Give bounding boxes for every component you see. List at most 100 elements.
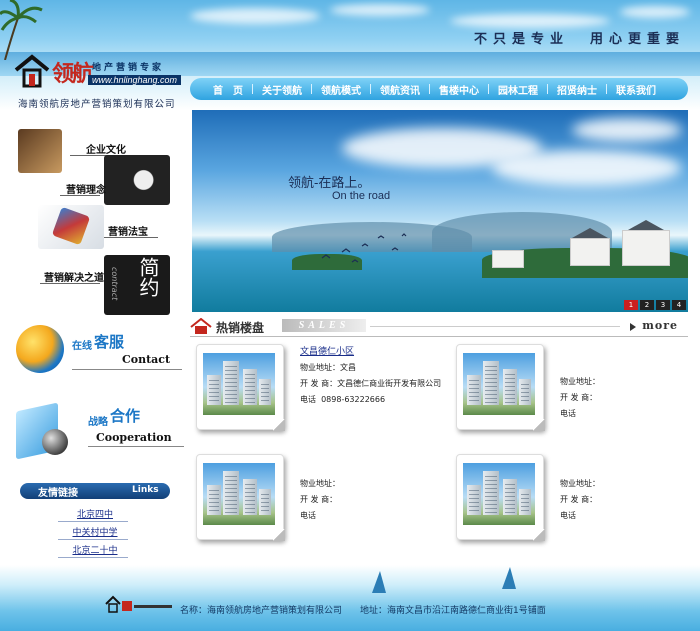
- building-shape: [503, 369, 517, 405]
- nav-mode[interactable]: 领航模式: [312, 82, 370, 97]
- nav-about[interactable]: 关于领航: [253, 82, 311, 97]
- address-label: 物业地址：: [560, 479, 600, 488]
- building-shape: [483, 471, 499, 515]
- cooperation-small: 战略: [88, 417, 108, 428]
- cube-icon: [51, 206, 91, 246]
- house-icon: [190, 318, 212, 334]
- marketing-solution-link[interactable]: 营销解决之道: [44, 269, 104, 284]
- banner-page-2[interactable]: 2: [640, 300, 654, 310]
- contract-image: 简约 contract: [104, 255, 170, 315]
- listing-info: 物业地址： 开 发 商： 电话: [560, 476, 700, 524]
- marketing-concept-link[interactable]: 营销理念: [66, 181, 106, 196]
- contract-cn-text: 简约: [136, 257, 160, 297]
- culture-link[interactable]: 企业文化: [86, 141, 126, 156]
- main-nav: 首 页 关于领航 领航模式 领航资讯 售楼中心 园林工程 招贤纳士 联系我们: [190, 78, 688, 100]
- cloud-decoration: [450, 14, 610, 28]
- page-curl-decoration: [273, 419, 285, 431]
- listing-phone-row: 电话: [560, 406, 700, 422]
- phone-label: 电话: [560, 409, 576, 418]
- listing-card: 物业地址： 开 发 商： 电话: [196, 454, 446, 554]
- cooperation-title: 合作: [110, 407, 141, 425]
- contract-en-text: contract: [110, 267, 119, 301]
- listing-name[interactable]: 文昌德仁小区: [300, 344, 450, 360]
- developer-label: 开 发 商：: [560, 393, 598, 402]
- palm-tree-icon: [0, 0, 43, 60]
- cooperation[interactable]: 战略 合作 Cooperation: [16, 401, 184, 461]
- listing-address-row: 物业地址：: [560, 374, 700, 390]
- divider: [190, 336, 688, 337]
- footer-name-label: 名称：: [180, 606, 208, 616]
- logo-url: www.hnlinghang.com: [88, 75, 182, 85]
- nav-home[interactable]: 首 页: [204, 82, 252, 97]
- hot-sales-title-en: SALES: [282, 319, 366, 332]
- building-image: [463, 353, 535, 415]
- nav-landscape[interactable]: 园林工程: [489, 82, 547, 97]
- building-shape: [243, 479, 257, 515]
- listing-thumbnail[interactable]: [456, 454, 545, 541]
- building-image: [463, 463, 535, 525]
- developer-label: 开 发 商：: [560, 495, 598, 504]
- birds-icon: [321, 233, 407, 263]
- listing-thumbnail[interactable]: [196, 344, 285, 431]
- cloud-decoration: [330, 4, 430, 16]
- listing-phone-row: 电话: [560, 508, 700, 524]
- villa-roof-decoration: [628, 220, 664, 230]
- developer-label: 开 发 商：: [300, 495, 338, 504]
- more-link[interactable]: more: [642, 319, 678, 332]
- phone-label: 电话: [300, 395, 316, 404]
- marketing-magic-link[interactable]: 营销法宝: [108, 223, 148, 238]
- building-shape: [207, 485, 221, 515]
- listing-developer-row: 开 发 商：: [300, 492, 450, 508]
- villa-decoration: [622, 230, 670, 266]
- link-item[interactable]: 中关村中学: [20, 525, 170, 538]
- friendly-links-title-en: Links: [132, 485, 159, 495]
- listing-thumbnail[interactable]: [196, 454, 285, 541]
- address-label: 物业地址：: [300, 363, 340, 372]
- listing-phone-row: 电话: [300, 508, 450, 524]
- divider: [40, 283, 100, 284]
- address-label: 物业地址：: [560, 377, 600, 386]
- speedometer-image: [104, 155, 170, 205]
- building-shape: [519, 489, 531, 515]
- listing-thumbnail[interactable]: [456, 344, 545, 431]
- link-item[interactable]: 北京四中: [20, 507, 170, 520]
- divider: [60, 195, 100, 196]
- slogan-left: 不只是专业: [474, 32, 570, 47]
- banner-page-1[interactable]: 1: [624, 300, 638, 310]
- link-item[interactable]: 北京二十中: [20, 543, 170, 556]
- nav-news[interactable]: 领航资讯: [371, 82, 429, 97]
- footer-logo[interactable]: [104, 595, 174, 613]
- nav-contact[interactable]: 联系我们: [607, 82, 665, 97]
- hot-sales-header: 热销楼盘 SALES more: [190, 318, 688, 336]
- nav-careers[interactable]: 招贤纳士: [548, 82, 606, 97]
- page-curl-decoration: [533, 529, 545, 541]
- slogan-right: 用心更重要: [590, 32, 686, 47]
- online-service[interactable]: 在线 客服 Contact: [16, 325, 182, 385]
- friendly-links-title: 友情链接: [38, 488, 78, 499]
- hot-sales-title: 热销楼盘: [216, 321, 265, 335]
- banner-page-3[interactable]: 3: [656, 300, 670, 310]
- cooperation-en: Cooperation: [96, 431, 172, 444]
- hero-banner[interactable]: 领航-在路上。 On the road 1 2 3 4: [192, 110, 688, 312]
- listing-developer-row: 开 发 商：文昌德仁商业街开发有限公司: [300, 376, 450, 392]
- building-image: [203, 353, 275, 415]
- building-shape: [223, 361, 239, 405]
- listing-developer-row: 开 发 商：: [560, 390, 700, 406]
- friendly-links-header: 友情链接 Links: [20, 483, 170, 499]
- fin-decoration: [372, 571, 386, 593]
- building-shape: [467, 375, 481, 405]
- listing-phone-row: 电话 0898-63222666: [300, 392, 450, 408]
- building-shape: [259, 489, 271, 515]
- nav-sales-center[interactable]: 售楼中心: [430, 82, 488, 97]
- logo[interactable]: 领航 地产营销专家 www.hnlinghang.com 海南领航房地产营销策划…: [14, 54, 194, 110]
- listing-info: 物业地址： 开 发 商： 电话: [300, 476, 450, 524]
- banner-page-4[interactable]: 4: [672, 300, 686, 310]
- footer-company: 名称：海南领航房地产营销策划有限公司: [180, 603, 342, 616]
- fin-decoration: [502, 567, 516, 589]
- villa-decoration: [492, 250, 524, 268]
- divider: [58, 521, 128, 522]
- globe-icon: [16, 325, 64, 373]
- online-service-en: Contact: [122, 353, 171, 366]
- footer: 名称：海南领航房地产营销策划有限公司 地址：海南文昌市沿江南路德仁商业街1号铺面: [0, 565, 700, 631]
- divider: [370, 326, 620, 327]
